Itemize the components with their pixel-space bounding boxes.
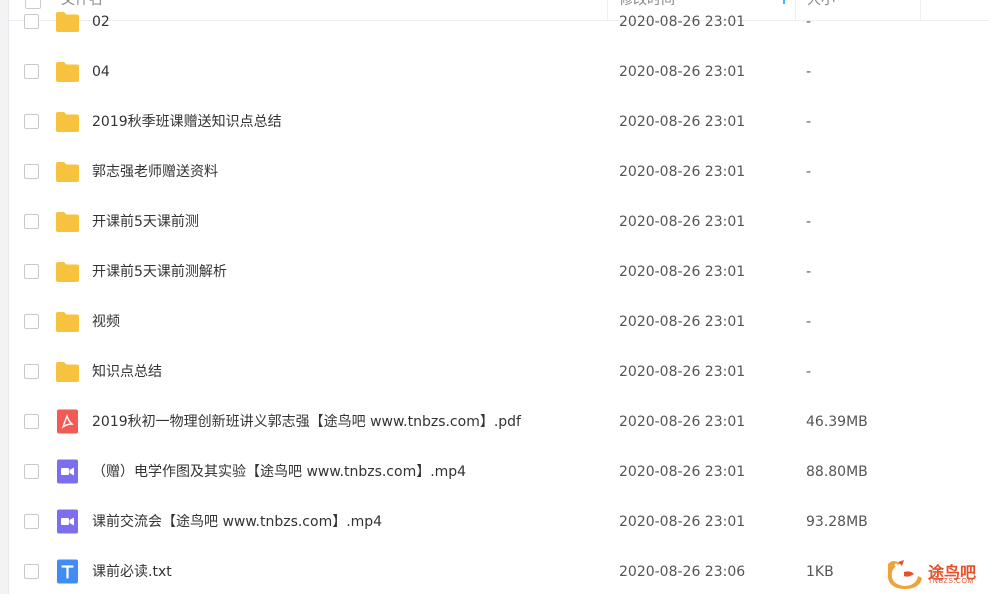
file-row[interactable]: 课前交流会【途鸟吧 www.tnbzs.com】.mp4 2020-08-26 2…: [0, 497, 989, 547]
modified-time: 2020-08-26 23:01: [619, 414, 746, 430]
file-name[interactable]: 课前必读.txt: [92, 547, 172, 597]
row-checkbox[interactable]: [24, 314, 39, 329]
folder-icon: [55, 109, 80, 134]
modified-time: 2020-08-26 23:01: [619, 364, 746, 380]
folder-icon: [55, 309, 80, 334]
file-row[interactable]: 视频 2020-08-26 23:01 -: [0, 297, 989, 347]
pdf-file-icon: [55, 409, 80, 434]
file-row[interactable]: 郭志强老师赠送资料 2020-08-26 23:01 -: [0, 147, 989, 197]
row-checkbox[interactable]: [24, 564, 39, 579]
row-checkbox[interactable]: [24, 364, 39, 379]
text-file-icon: [55, 559, 80, 584]
watermark-subtext: TNBZS.COM: [928, 578, 974, 585]
row-checkbox[interactable]: [24, 264, 39, 279]
row-checkbox[interactable]: [24, 514, 39, 529]
file-name[interactable]: 郭志强老师赠送资料: [92, 147, 218, 197]
modified-time: 2020-08-26 23:06: [619, 564, 746, 580]
bird-logo-icon: [887, 560, 922, 589]
file-name[interactable]: 04: [92, 47, 110, 97]
folder-icon: [55, 259, 80, 284]
file-name[interactable]: （赠）电学作图及其实验【途鸟吧 www.tnbzs.com】.mp4: [92, 447, 466, 497]
file-row[interactable]: 开课前5天课前测 2020-08-26 23:01 -: [0, 197, 989, 247]
row-checkbox[interactable]: [24, 64, 39, 79]
modified-time: 2020-08-26 23:01: [619, 514, 746, 530]
file-size: 88.80MB: [806, 464, 868, 480]
file-size: -: [806, 14, 812, 30]
modified-time: 2020-08-26 23:01: [619, 464, 746, 480]
file-row[interactable]: 2019秋季班课赠送知识点总结 2020-08-26 23:01 -: [0, 97, 989, 147]
file-size: 93.28MB: [806, 514, 868, 530]
folder-icon: [55, 359, 80, 384]
modified-time: 2020-08-26 23:01: [619, 164, 746, 180]
file-size: -: [806, 214, 812, 230]
file-name[interactable]: 开课前5天课前测解析: [92, 247, 227, 297]
modified-time: 2020-08-26 23:01: [619, 214, 746, 230]
file-name[interactable]: 2019秋季班课赠送知识点总结: [92, 97, 282, 147]
modified-time: 2020-08-26 23:01: [619, 14, 746, 30]
video-file-icon: [55, 509, 80, 534]
file-row[interactable]: 开课前5天课前测解析 2020-08-26 23:01 -: [0, 247, 989, 297]
file-row[interactable]: （赠）电学作图及其实验【途鸟吧 www.tnbzs.com】.mp4 2020-0…: [0, 447, 989, 497]
folder-icon: [55, 59, 80, 84]
file-row[interactable]: 知识点总结 2020-08-26 23:01 -: [0, 347, 989, 397]
modified-time: 2020-08-26 23:01: [619, 64, 746, 80]
file-size: -: [806, 114, 812, 130]
file-name[interactable]: 2019秋初一物理创新班讲义郭志强【途鸟吧 www.tnbzs.com】.pdf: [92, 397, 521, 447]
row-checkbox[interactable]: [24, 214, 39, 229]
file-size: 1KB: [806, 564, 834, 580]
folder-icon: [55, 159, 80, 184]
modified-time: 2020-08-26 23:01: [619, 114, 746, 130]
file-row[interactable]: 02 2020-08-26 23:01 -: [0, 0, 989, 47]
row-checkbox[interactable]: [24, 164, 39, 179]
file-size: -: [806, 64, 812, 80]
file-row[interactable]: 课前必读.txt 2020-08-26 23:06 1KB: [0, 547, 989, 597]
file-name[interactable]: 02: [92, 0, 110, 47]
file-size: -: [806, 164, 812, 180]
row-checkbox[interactable]: [24, 114, 39, 129]
watermark-logo: 途鸟吧 TNBZS.COM: [884, 556, 984, 590]
file-size: -: [806, 264, 812, 280]
modified-time: 2020-08-26 23:01: [619, 314, 746, 330]
folder-icon: [55, 9, 80, 34]
video-file-icon: [55, 459, 80, 484]
file-size: -: [806, 364, 812, 380]
file-row[interactable]: 2019秋初一物理创新班讲义郭志强【途鸟吧 www.tnbzs.com】.pdf…: [0, 397, 989, 447]
file-name[interactable]: 知识点总结: [92, 347, 162, 397]
row-checkbox[interactable]: [24, 414, 39, 429]
file-row[interactable]: 04 2020-08-26 23:01 -: [0, 47, 989, 97]
modified-time: 2020-08-26 23:01: [619, 264, 746, 280]
file-size: 46.39MB: [806, 414, 868, 430]
file-name[interactable]: 课前交流会【途鸟吧 www.tnbzs.com】.mp4: [92, 497, 382, 547]
file-size: -: [806, 314, 812, 330]
row-checkbox[interactable]: [24, 464, 39, 479]
folder-icon: [55, 209, 80, 234]
file-name[interactable]: 开课前5天课前测: [92, 197, 199, 247]
row-checkbox[interactable]: [24, 14, 39, 29]
file-name[interactable]: 视频: [92, 297, 120, 347]
